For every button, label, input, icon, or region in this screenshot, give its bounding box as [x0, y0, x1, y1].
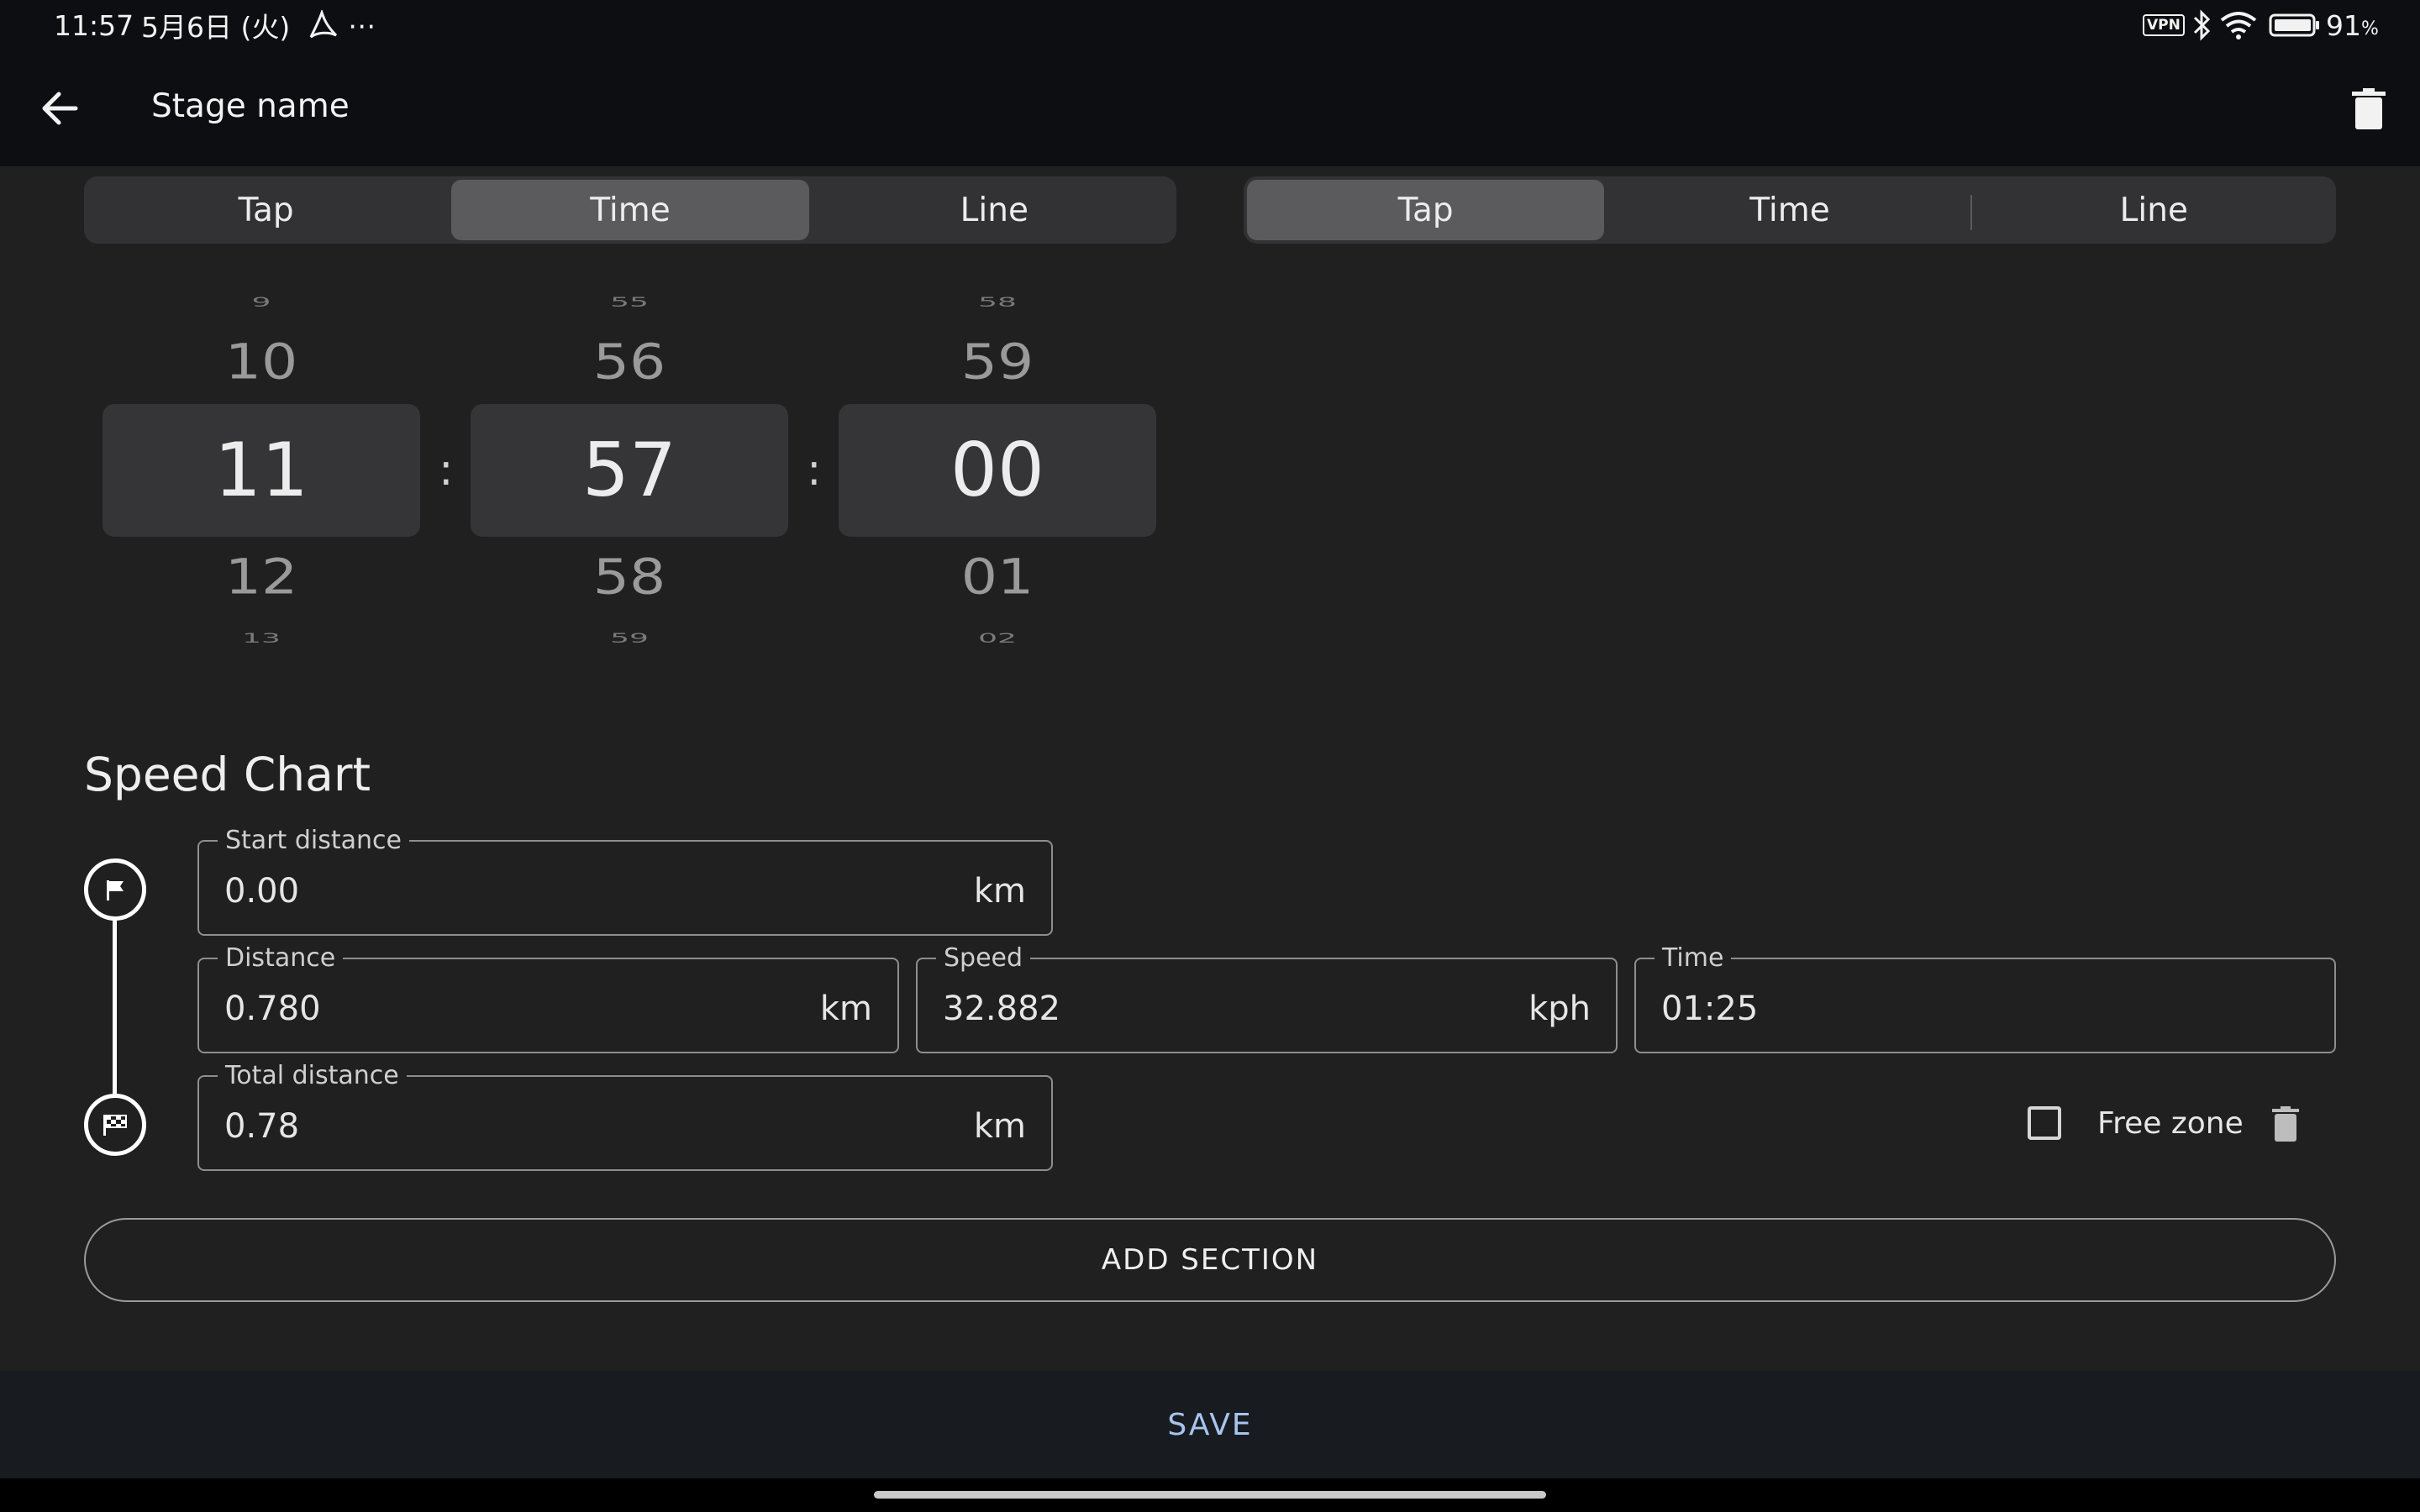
back-button[interactable] — [37, 86, 82, 131]
start-flag-icon — [107, 880, 124, 900]
time-separator: : — [807, 445, 822, 496]
minutes-next-1: 58 — [592, 549, 666, 606]
segment-divider — [1970, 195, 1972, 230]
time-value: 01:25 — [1661, 990, 1759, 1028]
minutes-next-2: 59 — [610, 630, 649, 646]
bluetooth-icon — [2191, 7, 2213, 44]
total-distance-field[interactable]: Total distance 0.78 km — [197, 1062, 1053, 1171]
seconds-selected: 00 — [950, 427, 1044, 513]
more-notifications-icon: ⋯ — [348, 8, 376, 42]
finish-mode-tap[interactable]: Tap — [1247, 180, 1605, 240]
start-mode-time[interactable]: Time — [451, 180, 809, 240]
checkered-flag-icon — [103, 1115, 127, 1136]
total-distance-value: 0.78 — [224, 1107, 300, 1146]
hours-next-2: 13 — [242, 630, 281, 646]
delete-section-button[interactable] — [2270, 1105, 2301, 1142]
free-zone-checkbox[interactable] — [2028, 1106, 2061, 1140]
section-connector — [113, 917, 117, 1094]
save-button[interactable]: SAVE — [1167, 1408, 1252, 1442]
start-distance-field[interactable]: Start distance 0.00 km — [197, 827, 1053, 936]
hours-next-1: 12 — [224, 549, 298, 606]
start-distance-unit: km — [973, 872, 1026, 911]
hours-prev-1: 10 — [224, 334, 298, 391]
minutes-selected: 57 — [582, 427, 676, 513]
vpn-label: VPN — [2143, 14, 2185, 36]
distance-field[interactable]: Distance 0.780 km — [197, 944, 899, 1053]
minutes-prev-1: 56 — [592, 334, 666, 391]
speed-value: 32.882 — [943, 990, 1060, 1028]
finish-node — [84, 1094, 146, 1156]
gesture-handle[interactable] — [874, 1491, 1546, 1499]
distance-unit: km — [819, 990, 872, 1028]
total-distance-label: Total distance — [218, 1062, 407, 1090]
time-field[interactable]: Time 01:25 — [1634, 944, 2336, 1053]
status-time: 11:57 — [54, 8, 134, 42]
delete-stage-button[interactable] — [2349, 87, 2388, 131]
seconds-prev-1: 59 — [960, 334, 1034, 391]
start-mode-tap[interactable]: Tap — [87, 180, 445, 240]
finish-mode-selector: Tap Time Line — [1244, 176, 2336, 244]
status-date: 5月6日 (火) — [141, 11, 291, 44]
speed-chart-title: Speed Chart — [84, 748, 371, 801]
top-app-bar: 11:57 5月6日 (火) ⋯ VPN 91% Stage name — [0, 0, 2420, 166]
total-distance-unit: km — [973, 1107, 1026, 1146]
speed-field[interactable]: Speed 32.882 kph — [916, 944, 1618, 1053]
finish-mode-line[interactable]: Line — [1975, 180, 2333, 240]
finish-mode-time[interactable]: Time — [1611, 180, 1972, 240]
time-label: Time — [1655, 944, 1732, 973]
page-title: Stage name — [151, 87, 350, 125]
speed-label: Speed — [936, 944, 1031, 973]
bottom-bar: SAVE — [0, 1371, 2420, 1478]
start-node — [84, 858, 146, 921]
seconds-prev-2: 58 — [978, 294, 1017, 310]
free-zone-label: Free zone — [2097, 1106, 2244, 1141]
add-section-button[interactable]: ADD SECTION — [84, 1218, 2336, 1302]
hours-selected: 11 — [214, 427, 308, 513]
start-distance-label: Start distance — [218, 827, 409, 855]
seconds-next-1: 01 — [960, 549, 1034, 606]
arrow-left-icon — [42, 92, 78, 125]
start-mode-selector: Tap Time Line — [84, 176, 1176, 244]
start-mode-line[interactable]: Line — [816, 180, 1173, 240]
distance-value: 0.780 — [224, 990, 321, 1028]
minutes-prev-2: 55 — [610, 294, 649, 310]
seconds-next-2: 02 — [978, 630, 1017, 646]
hours-prev-2: 9 — [251, 294, 271, 310]
time-separator: : — [439, 445, 454, 496]
distance-label: Distance — [218, 944, 344, 973]
battery-icon — [2269, 7, 2321, 44]
battery-percent: 91% — [2326, 7, 2379, 44]
battery-level: 91 — [2326, 8, 2361, 42]
acrobat-icon — [308, 7, 339, 44]
trash-icon — [2352, 88, 2386, 129]
speed-unit: kph — [1528, 990, 1591, 1028]
trash-icon — [2272, 1106, 2299, 1142]
vpn-icon: VPN — [2143, 7, 2185, 44]
battery-unit: % — [2361, 18, 2379, 39]
start-distance-value: 0.00 — [224, 872, 300, 911]
wifi-icon — [2220, 7, 2257, 44]
